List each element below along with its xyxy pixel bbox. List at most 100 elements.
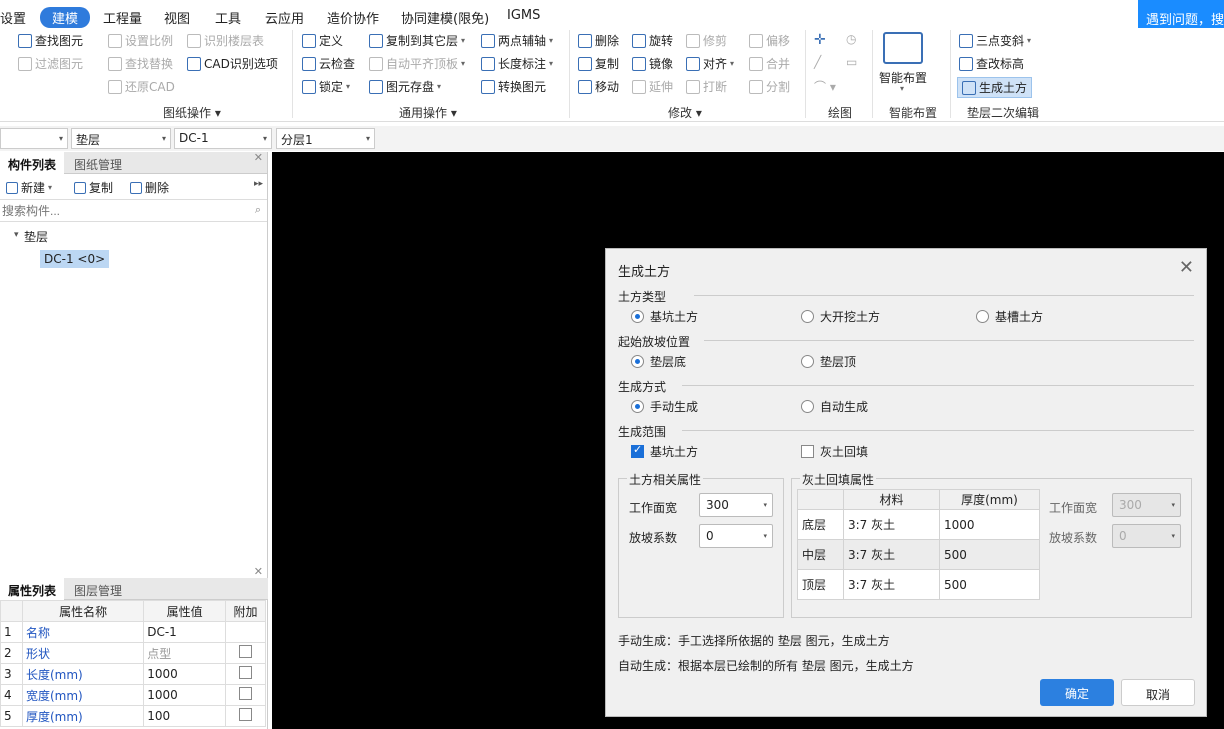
- restore-cad-button[interactable]: 还原CAD: [108, 78, 175, 95]
- floor-selector[interactable]: ▾: [0, 128, 68, 149]
- table-row[interactable]: 2 形状 点型: [0, 642, 266, 664]
- category-selector[interactable]: 垫层 ▾: [71, 128, 171, 149]
- expand-icon[interactable]: ▾: [14, 230, 19, 240]
- find-replace-button[interactable]: 查找替换: [108, 55, 173, 72]
- tree-item[interactable]: DC-1 <0>: [40, 250, 110, 268]
- table-row[interactable]: 底层 3:7 灰土 1000: [797, 509, 1040, 540]
- arc-draw-button[interactable]: ⌒ ▾: [814, 78, 836, 95]
- attach-checkbox[interactable]: [239, 666, 252, 679]
- backfill-slope-select[interactable]: 0 ▾: [1112, 524, 1181, 548]
- copy-component-button[interactable]: 复制: [74, 179, 113, 196]
- tab-component-list[interactable]: 构件列表: [0, 152, 65, 174]
- radio-cushion-top[interactable]: 垫层顶: [801, 353, 856, 370]
- convert-element-button[interactable]: 转换图元: [481, 78, 546, 95]
- define-button[interactable]: 定义: [302, 32, 343, 49]
- copy-button[interactable]: 复制: [578, 55, 619, 72]
- radio-auto[interactable]: 自动生成: [801, 398, 868, 415]
- selector-bar: ▾ 垫层 ▾ DC-1 ▾ 分层1 ▾: [0, 126, 1224, 151]
- auto-align-slab-button[interactable]: 自动平齐顶板 ▾: [369, 55, 465, 72]
- search-icon[interactable]: ⌕: [255, 203, 261, 217]
- table-row[interactable]: 1 名称 DC-1: [0, 621, 266, 643]
- three-point-slope-button[interactable]: 三点变斜 ▾: [959, 32, 1031, 49]
- mirror-button[interactable]: 镜像: [632, 55, 673, 72]
- slope-select[interactable]: 0 ▾: [699, 524, 773, 548]
- length-dimension-button[interactable]: 长度标注 ▾: [481, 55, 553, 72]
- radio-cushion-bottom[interactable]: 垫层底: [631, 353, 686, 370]
- split-icon: [749, 79, 763, 94]
- close-icon[interactable]: ✕: [254, 151, 263, 164]
- attach-checkbox[interactable]: [239, 687, 252, 700]
- close-icon[interactable]: ✕: [1179, 257, 1194, 278]
- work-width-select[interactable]: 300 ▾: [699, 493, 773, 517]
- radio-mass-excavation[interactable]: 大开挖土方: [801, 308, 880, 325]
- rect-draw-button[interactable]: ▭: [846, 55, 857, 69]
- break-button[interactable]: 打断: [686, 78, 727, 95]
- radio-manual[interactable]: 手动生成: [631, 398, 698, 415]
- cad-options-button[interactable]: CAD识别选项: [187, 55, 278, 72]
- move-button[interactable]: 移动: [578, 78, 619, 95]
- rotate-point-button[interactable]: ◷: [846, 32, 856, 46]
- point-draw-button[interactable]: ✛: [814, 32, 826, 48]
- line-draw-button[interactable]: ╱: [814, 55, 821, 69]
- menu-quantity[interactable]: 工程量: [103, 8, 142, 27]
- close-icon[interactable]: ✕: [254, 565, 263, 578]
- smart-layout-dropdown-icon[interactable]: ▾: [900, 84, 904, 93]
- attach-checkbox[interactable]: [239, 708, 252, 721]
- checkbox-foundation-pit[interactable]: 基坑土方: [631, 443, 698, 460]
- menu-tools[interactable]: 工具: [215, 8, 241, 27]
- edit-elevation-button[interactable]: 查改标高: [959, 55, 1024, 72]
- trim-button[interactable]: 修剪: [686, 32, 727, 49]
- tab-property-list[interactable]: 属性列表: [0, 578, 65, 600]
- checkbox-lime-backfill[interactable]: 灰土回填: [801, 443, 868, 460]
- identify-floors-button[interactable]: 识别楼层表: [187, 32, 264, 49]
- ok-button[interactable]: 确定: [1040, 679, 1114, 706]
- merge-button[interactable]: 合并: [749, 55, 790, 72]
- split-button[interactable]: 分割: [749, 78, 790, 95]
- mirror-icon: [632, 56, 646, 71]
- lock-icon: [302, 79, 316, 94]
- more-icon[interactable]: ▸▸: [254, 179, 263, 189]
- delete-button[interactable]: 删除: [578, 32, 619, 49]
- component-selector[interactable]: DC-1 ▾: [174, 128, 272, 149]
- table-row[interactable]: 3 长度(mm) 1000: [0, 663, 266, 685]
- cloud-check-button[interactable]: 云检查: [302, 55, 355, 72]
- align-button[interactable]: 对齐 ▾: [686, 55, 734, 72]
- find-element-button[interactable]: 查找图元: [18, 32, 83, 49]
- lock-button[interactable]: 锁定 ▾: [302, 78, 350, 95]
- copy-to-layer-button[interactable]: 复制到其它层 ▾: [369, 32, 465, 49]
- two-point-axis-button[interactable]: 两点辅轴 ▾: [481, 32, 553, 49]
- table-header: 属性名称 属性值 附加: [0, 600, 266, 622]
- new-component-button[interactable]: 新建 ▾: [6, 179, 52, 196]
- menu-settings[interactable]: 设置: [0, 8, 26, 27]
- backfill-work-width-select[interactable]: 300 ▾: [1112, 493, 1181, 517]
- element-save-button[interactable]: 图元存盘 ▾: [369, 78, 441, 95]
- component-search-input[interactable]: [2, 202, 242, 220]
- tab-drawing-management[interactable]: 图纸管理: [66, 152, 130, 174]
- rotate-button[interactable]: 旋转: [632, 32, 673, 49]
- table-row[interactable]: 4 宽度(mm) 1000: [0, 684, 266, 706]
- menu-view[interactable]: 视图: [164, 8, 190, 27]
- menu-igms[interactable]: IGMS: [507, 8, 540, 23]
- set-scale-button[interactable]: 设置比例: [108, 32, 173, 49]
- generate-earthwork-button[interactable]: 生成土方: [957, 77, 1033, 98]
- table-row[interactable]: 顶层 3:7 灰土 500: [797, 569, 1040, 600]
- radio-trench[interactable]: 基槽土方: [976, 308, 1043, 325]
- layer-selector[interactable]: 分层1 ▾: [276, 128, 375, 149]
- table-row[interactable]: 中层 3:7 灰土 500: [797, 539, 1040, 570]
- radio-foundation-pit[interactable]: 基坑土方: [631, 308, 698, 325]
- menu-collab-model[interactable]: 协同建模(限免): [401, 8, 489, 27]
- attach-checkbox[interactable]: [239, 645, 252, 658]
- menu-cloud[interactable]: 云应用: [265, 8, 304, 27]
- delete-component-button[interactable]: 删除: [130, 179, 169, 196]
- filter-element-button[interactable]: 过滤图元: [18, 55, 83, 72]
- tree-root[interactable]: 垫层: [24, 228, 48, 245]
- tab-layer-management[interactable]: 图层管理: [66, 578, 130, 600]
- cancel-button[interactable]: 取消: [1121, 679, 1195, 706]
- group-label-general-ops: 通用操作 ▾: [399, 106, 457, 120]
- menu-modeling[interactable]: 建模: [40, 7, 91, 28]
- extend-button[interactable]: 延伸: [632, 78, 673, 95]
- offset-button[interactable]: 偏移: [749, 32, 790, 49]
- chevron-down-icon: ▾: [763, 501, 767, 509]
- table-row[interactable]: 5 厚度(mm) 100: [0, 705, 266, 727]
- menu-cost-collab[interactable]: 造价协作: [327, 8, 379, 27]
